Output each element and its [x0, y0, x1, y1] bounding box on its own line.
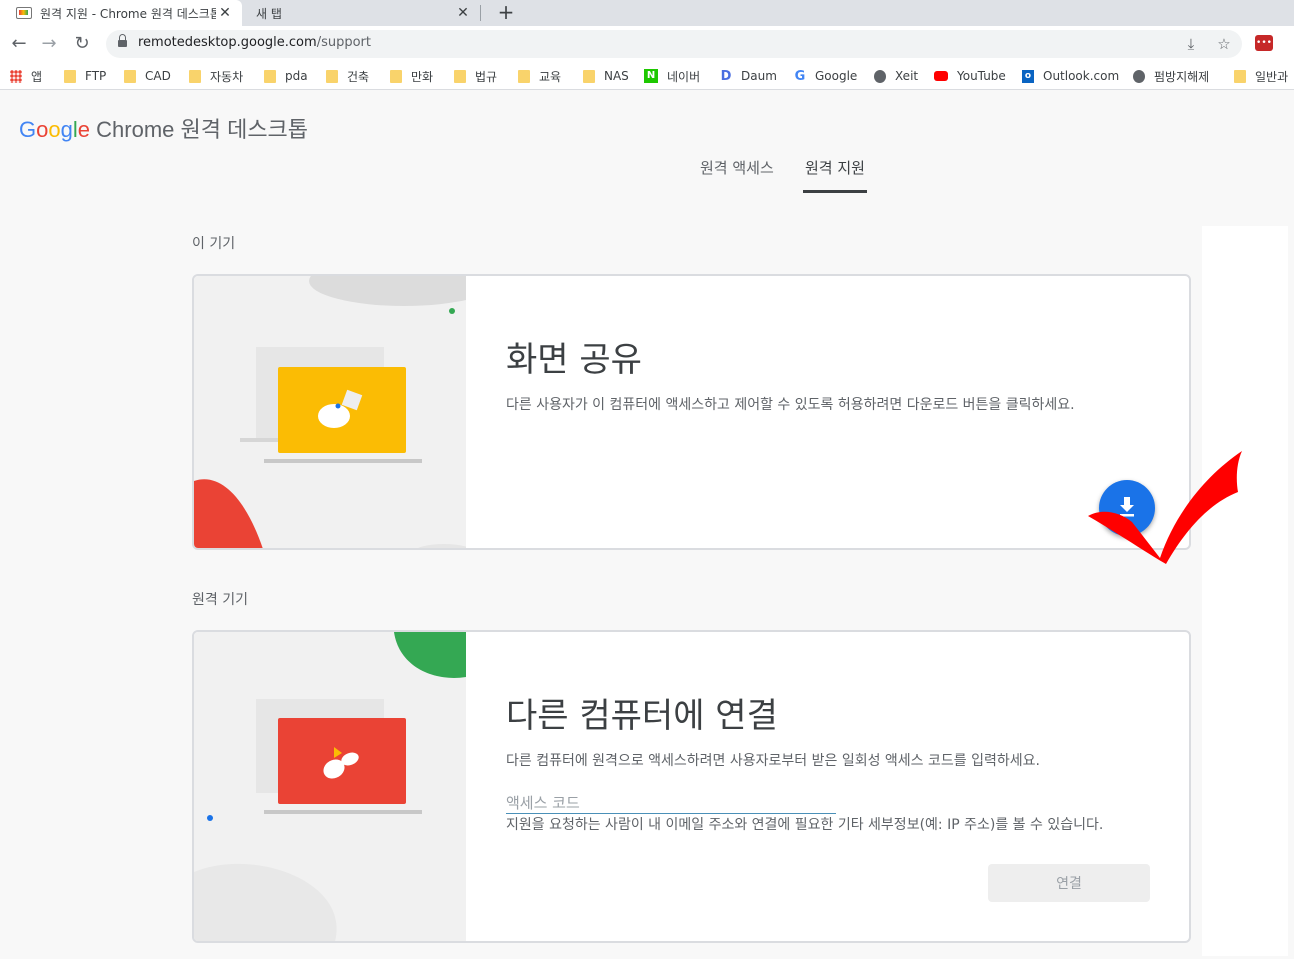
bookmark-daum[interactable]: D Daum	[720, 68, 777, 84]
tab-remote-support[interactable]: 원격 지원	[803, 157, 867, 193]
bookmark-outlook[interactable]: o Outlook.com	[1022, 68, 1119, 84]
bookmark-nas[interactable]: NAS	[583, 68, 629, 84]
bookmark-law[interactable]: 법규	[454, 68, 497, 84]
bookmark-label: 만화	[411, 69, 434, 84]
connect-card-title: 다른 컴퓨터에 연결	[506, 696, 778, 736]
right-panel-strip	[1202, 226, 1288, 956]
tab-title: 원격 지원 - Chrome 원격 데스크톱	[40, 6, 216, 21]
install-app-icon[interactable]: ⤓	[1181, 34, 1201, 54]
tab-title: 새 탭	[256, 6, 282, 21]
bookmark-ftp[interactable]: FTP	[64, 68, 106, 84]
bookmark-apps[interactable]: 앱	[10, 68, 42, 84]
connect-card-content: 다른 컴퓨터에 연결 다른 컴퓨터에 원격으로 액세스하려면 사용자로부터 받은…	[506, 632, 1189, 941]
browser-toolbar: ← → ↻ remotedesktop.google.com/support ⤓…	[0, 26, 1294, 62]
bookmark-label: 네이버	[667, 69, 701, 84]
bookmark-copy-unlock[interactable]: 펌방지해제	[1133, 68, 1209, 84]
bookmark-label: Google	[815, 69, 858, 83]
page-content: Google Chrome 원격 데스크톱 원격 액세스 원격 지원 이 기기	[0, 91, 1294, 959]
bookmark-label: FTP	[85, 69, 107, 83]
remote-device-label: 원격 기기	[192, 592, 248, 608]
bookmark-naver[interactable]: N 네이버	[644, 68, 700, 84]
folder-icon	[583, 69, 595, 83]
bookmark-google[interactable]: G Google	[794, 68, 858, 84]
address-bar[interactable]: remotedesktop.google.com/support ⤓ ☆	[106, 30, 1242, 58]
bookmark-label: 앱	[31, 69, 43, 84]
bookmark-comics[interactable]: 만화	[390, 68, 433, 84]
folder-icon	[124, 69, 136, 83]
bookmark-label: 일반과	[1255, 69, 1289, 84]
globe-icon	[874, 69, 886, 83]
bookmark-youtube[interactable]: YouTube	[934, 68, 1006, 84]
bookmark-xeit[interactable]: Xeit	[874, 68, 918, 84]
outlook-icon: o	[1022, 69, 1034, 83]
bookmark-label: YouTube	[957, 69, 1006, 83]
bookmark-label: 자동차	[210, 69, 244, 84]
folder-icon	[189, 69, 201, 83]
bookmarks-bar: 앱 FTP CAD 자동차 pda 건축 만화 법규 교육 NAS N 네이버 …	[0, 62, 1294, 90]
reload-button[interactable]: ↻	[71, 33, 93, 55]
folder-icon	[1234, 69, 1246, 83]
bookmark-pda[interactable]: pda	[264, 68, 308, 84]
folder-icon	[390, 69, 402, 83]
share-screen-card: 화면 공유 다른 사용자가 이 컴퓨터에 액세스하고 제어할 수 있도록 허용하…	[192, 274, 1191, 550]
bookmark-car[interactable]: 자동차	[189, 68, 243, 84]
forward-button[interactable]: →	[38, 33, 60, 55]
folder-icon	[518, 69, 530, 83]
tab-separator	[480, 5, 481, 21]
bookmark-general[interactable]: 일반과	[1234, 68, 1288, 84]
chrome-remote-desktop-logo[interactable]: Google Chrome 원격 데스크톱	[19, 112, 308, 144]
red-checkmark-annotation	[1088, 451, 1242, 564]
url-text[interactable]: remotedesktop.google.com/support	[138, 35, 371, 50]
youtube-icon	[934, 71, 948, 81]
daum-icon: D	[720, 68, 732, 84]
extension-icon[interactable]: •••	[1255, 35, 1273, 51]
back-button[interactable]: ←	[8, 33, 30, 55]
share-illustration	[194, 276, 466, 548]
tab-new-tab[interactable]: 새 탭 ✕	[242, 0, 480, 26]
new-tab-button[interactable]: +	[495, 0, 517, 26]
connect-button[interactable]: 연결	[988, 864, 1150, 902]
bookmark-education[interactable]: 교육	[518, 68, 561, 84]
bookmark-architecture[interactable]: 건축	[326, 68, 369, 84]
close-tab-icon[interactable]: ✕	[216, 5, 234, 21]
globe-icon	[1133, 69, 1145, 83]
this-device-label: 이 기기	[192, 236, 236, 252]
lock-icon[interactable]	[118, 34, 127, 49]
share-card-title: 화면 공유	[506, 340, 642, 380]
share-card-description: 다른 사용자가 이 컴퓨터에 액세스하고 제어할 수 있도록 허용하려면 다운로…	[506, 397, 1075, 413]
bookmark-label: 건축	[347, 69, 370, 84]
bookmark-label: CAD	[145, 69, 171, 83]
tab-remote-access[interactable]: 원격 액세스	[700, 157, 774, 190]
folder-icon	[64, 69, 76, 83]
connect-card-hint: 지원을 요청하는 사람이 내 이메일 주소와 연결에 필요한 기타 세부정보(예…	[506, 817, 1104, 833]
folder-icon	[454, 69, 466, 83]
bookmark-label: 교육	[539, 69, 562, 84]
bookmark-label: Daum	[741, 69, 777, 83]
bookmark-label: 법규	[475, 69, 498, 84]
close-tab-icon[interactable]: ✕	[454, 5, 472, 21]
bookmark-label: 펌방지해제	[1154, 69, 1210, 84]
remote-desktop-favicon-icon	[16, 7, 32, 19]
folder-icon	[326, 69, 338, 83]
access-code-input[interactable]	[506, 792, 836, 814]
folder-icon	[264, 69, 276, 83]
connect-card: 다른 컴퓨터에 연결 다른 컴퓨터에 원격으로 액세스하려면 사용자로부터 받은…	[192, 630, 1191, 943]
tab-strip: 원격 지원 - Chrome 원격 데스크톱 ✕ 새 탭 ✕ +	[0, 0, 1294, 26]
apps-icon	[10, 69, 22, 83]
connect-card-description: 다른 컴퓨터에 원격으로 액세스하려면 사용자로부터 받은 일회성 액세스 코드…	[506, 753, 1040, 769]
bookmark-star-icon[interactable]: ☆	[1214, 34, 1234, 54]
bookmark-label: NAS	[604, 69, 629, 83]
bookmark-label: Xeit	[895, 69, 919, 83]
bookmark-label: Outlook.com	[1043, 69, 1120, 83]
bookmark-label: pda	[285, 69, 308, 83]
tab-remote-support[interactable]: 원격 지원 - Chrome 원격 데스크톱 ✕	[0, 0, 242, 26]
bookmark-cad[interactable]: CAD	[124, 68, 171, 84]
connect-illustration	[194, 632, 466, 941]
google-icon: G	[794, 68, 806, 84]
naver-icon: N	[644, 69, 658, 83]
